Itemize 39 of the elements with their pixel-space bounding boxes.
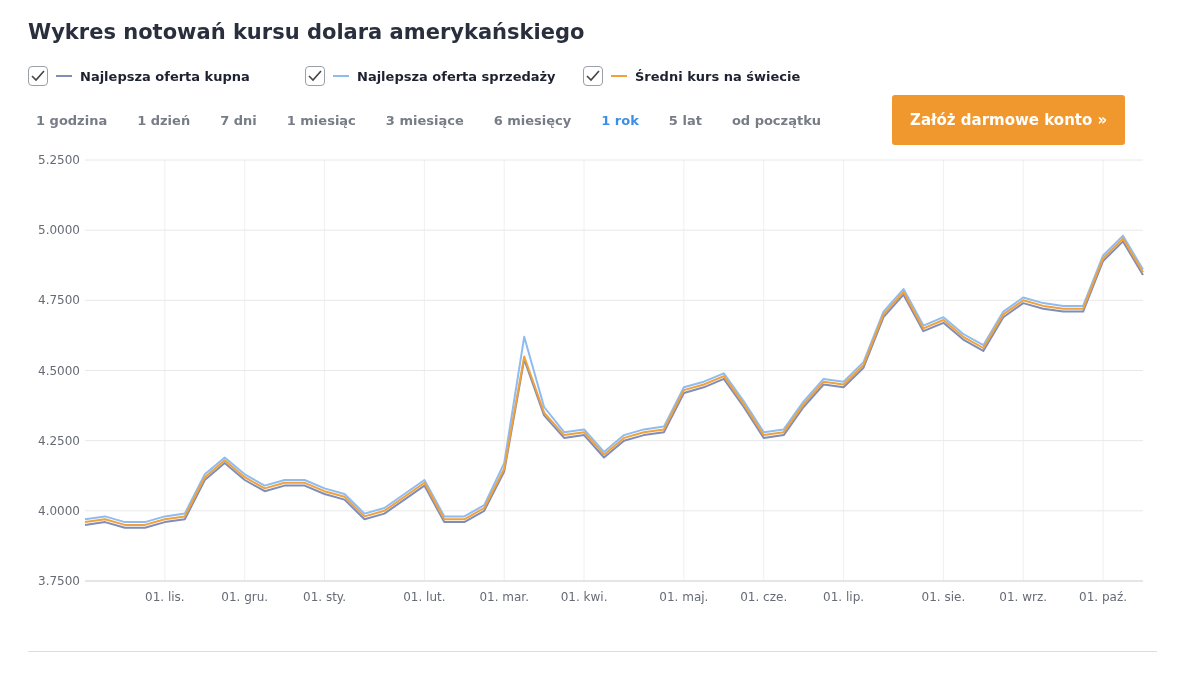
x-axis-label: 01. gru.	[221, 590, 269, 604]
legend-line-icon	[333, 75, 349, 77]
time-range-tab[interactable]: 5 lat	[660, 112, 710, 128]
x-axis-label: 01. wrz.	[999, 590, 1048, 604]
time-range-tab[interactable]: 1 godzina	[28, 112, 116, 128]
time-range-tab[interactable]: 1 miesiąc	[278, 112, 364, 128]
signup-button[interactable]: Załóż darmowe konto »	[892, 95, 1126, 145]
x-axis-label: 01. lip.	[823, 590, 865, 604]
x-axis-label: 01. paź.	[1079, 590, 1128, 604]
time-range-tab[interactable]: od początku	[723, 112, 830, 128]
x-axis-label: 01. kwi.	[560, 590, 608, 604]
y-axis-label: 4.5000	[38, 363, 80, 378]
x-axis-label: 01. mar.	[479, 590, 529, 604]
y-axis-label: 4.2500	[38, 433, 80, 448]
x-axis-label: 01. maj.	[659, 590, 709, 604]
y-axis-label: 3.7500	[38, 574, 80, 588]
legend-checkbox[interactable]	[28, 66, 48, 86]
legend-label[interactable]: Najlepsza oferta kupna	[80, 68, 250, 84]
time-range-tab[interactable]: 6 miesięcy	[485, 112, 580, 128]
legend-checkbox[interactable]	[583, 66, 603, 86]
time-range-tab[interactable]: 7 dni	[212, 112, 265, 128]
page-title: Wykres notowań kursu dolara amerykańskiego	[28, 19, 586, 46]
legend-checkbox[interactable]	[305, 66, 325, 86]
legend-label[interactable]: Średni kurs na świecie	[635, 68, 801, 84]
y-axis-label: 5.0000	[38, 223, 80, 238]
y-axis-label: 5.2500	[38, 153, 80, 167]
x-axis-label: 01. lut.	[403, 590, 446, 604]
time-range-tab[interactable]: 1 rok	[593, 112, 647, 128]
x-axis-label: 01. sty.	[303, 590, 347, 604]
legend-label[interactable]: Najlepsza oferta sprzedaży	[357, 68, 556, 84]
legend-line-icon	[56, 75, 72, 77]
x-axis-label: 01. cze.	[740, 590, 788, 604]
time-range-tab[interactable]: 1 dzień	[129, 112, 199, 128]
time-range-tab[interactable]: 3 miesiące	[377, 112, 472, 128]
x-axis-label: 01. lis.	[145, 590, 185, 604]
y-axis-label: 4.0000	[38, 503, 80, 518]
x-axis-label: 01. sie.	[921, 590, 966, 604]
y-axis-label: 4.7500	[38, 293, 80, 308]
legend-line-icon	[611, 75, 627, 77]
